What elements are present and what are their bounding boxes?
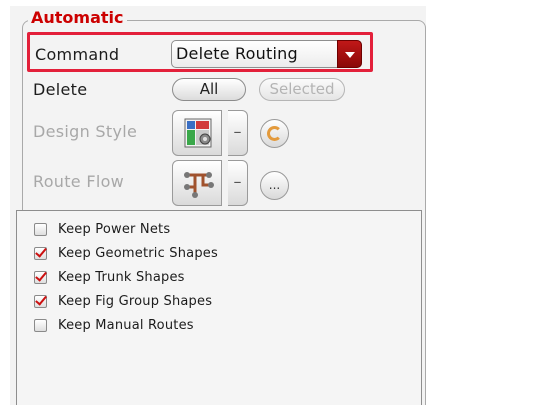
route-flow-clear-button[interactable]: – bbox=[228, 160, 248, 206]
option-label: Keep Manual Routes bbox=[58, 318, 194, 333]
delete-label: Delete bbox=[33, 80, 88, 99]
command-label: Command bbox=[35, 45, 120, 64]
refresh-icon bbox=[267, 126, 282, 141]
checkmark-icon bbox=[35, 269, 47, 282]
route-flow-label: Route Flow bbox=[33, 172, 125, 191]
ellipsis-icon: ... bbox=[268, 178, 281, 192]
checkbox[interactable] bbox=[34, 293, 47, 308]
checkbox[interactable] bbox=[34, 269, 47, 284]
delete-all-button[interactable]: All bbox=[172, 78, 246, 101]
checkbox[interactable] bbox=[34, 319, 47, 332]
option-label: Keep Trunk Shapes bbox=[58, 270, 185, 285]
checkmark-icon bbox=[35, 245, 47, 258]
design-style-button[interactable] bbox=[172, 110, 222, 156]
checkmark-icon bbox=[35, 293, 47, 306]
option-label: Keep Power Nets bbox=[58, 222, 171, 237]
refresh-button[interactable] bbox=[260, 119, 289, 148]
checkbox[interactable] bbox=[34, 223, 47, 236]
design-style-icon bbox=[184, 118, 212, 148]
option-label: Keep Geometric Shapes bbox=[58, 246, 218, 261]
design-style-label: Design Style bbox=[33, 122, 138, 141]
options-list: Keep Power Nets Keep Geometric Shapes Ke… bbox=[16, 210, 422, 405]
delete-selected-button[interactable]: Selected bbox=[259, 78, 345, 101]
option-label: Keep Fig Group Shapes bbox=[58, 294, 213, 309]
route-flow-more-button[interactable]: ... bbox=[260, 171, 289, 200]
checkbox[interactable] bbox=[34, 245, 47, 260]
command-dropdown[interactable]: Delete Routing bbox=[171, 40, 362, 68]
group-title: Automatic bbox=[28, 8, 127, 27]
design-style-clear-button[interactable]: – bbox=[228, 110, 248, 156]
route-flow-icon bbox=[184, 172, 214, 198]
route-flow-button[interactable] bbox=[172, 160, 222, 206]
command-dropdown-value: Delete Routing bbox=[176, 44, 298, 63]
chevron-down-icon[interactable] bbox=[337, 40, 362, 68]
